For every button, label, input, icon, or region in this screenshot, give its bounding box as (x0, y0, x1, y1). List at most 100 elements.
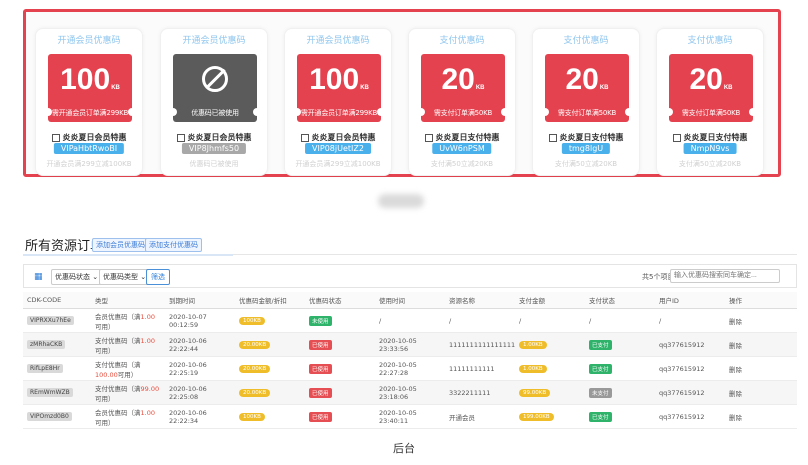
coupon-status-select[interactable]: 优惠码状态 ⌄ (51, 269, 103, 285)
coupon-footer: 优惠码已被使用 (189, 160, 239, 168)
search-input[interactable] (670, 269, 780, 283)
coupon-name: 炎炎夏日支付特惠 (533, 132, 639, 143)
coupon-code[interactable]: tmg8lgU (561, 143, 611, 154)
user-id-cell: qq377615912 (655, 404, 725, 429)
coupon-name-text: 炎炎夏日支付特惠 (435, 133, 500, 142)
coupon-ticket: 20KB 需支付订单满50KB (665, 54, 757, 122)
status-cell: 未使用 (305, 308, 375, 333)
coupon-footer: 支付满50立减20KB (678, 160, 742, 168)
resource-cell[interactable]: 1111111111111111 (445, 332, 515, 357)
coupon-amount-unit: KB (475, 85, 485, 91)
coupon-checkbox-icon (300, 133, 309, 142)
user-id-cell: qq377615912 (655, 356, 725, 381)
coupon-amount-value: 20 (565, 63, 599, 96)
resource-cell[interactable]: 3322211111 (445, 380, 515, 405)
filter-toolbar: ▦ 优惠码状态 ⌄ 优惠码类型 ⌄ 筛选 共5个项目 (23, 264, 797, 288)
coupon-type-select-value: 优惠码类型 (103, 273, 138, 281)
discount-badge: 100KB (239, 413, 265, 421)
coupon-amount-unit: KB (599, 85, 609, 91)
coupon-title: 支付优惠码 (439, 36, 485, 46)
orders-panel: 所有资源订单 添加会员优惠码 添加支付优惠码 ▦ 优惠码状态 ⌄ 优惠码类型 ⌄… (23, 228, 797, 429)
coupon-type-select[interactable]: 优惠码类型 ⌄ (99, 269, 151, 285)
table-row: VIPOmzd0B0 会员优惠码（满1.00 可用） 2020-10-06 22:22… (23, 404, 797, 429)
table-header-row: CDK-CODE 类型 到期时间 优惠码金额/折扣 优惠码状态 使用时间 资源名称 支付金额支… (23, 292, 797, 309)
type-cell: 会员优惠码（满1.00 可用） (91, 404, 165, 429)
status-cell: 已使用 (305, 332, 375, 357)
type-cell: 支付优惠码（满100.00可用） (91, 356, 165, 381)
coupon-name-text: 炎炎夏日支付特惠 (683, 133, 748, 142)
coupon-footer: 开通会员满299立减100KB (295, 160, 381, 168)
resource-cell[interactable]: 开通会员 (445, 404, 515, 429)
type-suffix: 可用） (95, 322, 115, 331)
cdk-code-badge: VIPOmzd0B0 (27, 412, 72, 421)
coupon-card[interactable]: 支付优惠码 20KB 需支付订单满50KB 炎炎夏日支付特惠 NmpN9vs 支付满50立… (656, 28, 764, 176)
coupon-code[interactable]: VIP8Jhmfs50 (181, 143, 247, 154)
table-row: VIPRXXu7hEe 会员优惠码（满1.00 可用） 2020-10-07 00:1… (23, 308, 797, 333)
coupon-title: 开通会员优惠码 (306, 36, 370, 46)
column-header: 使用时间 (375, 292, 445, 309)
coupon-amount-unit: KB (111, 85, 120, 91)
delete-link[interactable]: 删除 (725, 308, 797, 333)
pay-amount-badge: 99.00KB (519, 389, 551, 397)
expire-cell: 2020-10-06 22:25:19 (165, 356, 235, 381)
coupon-code[interactable]: NmpN9vs (683, 143, 737, 154)
coupon-showcase: 开通会员优惠码 100KB 需开通会员订单满299KB 炎炎夏日会员特惠 VIPaHbt… (23, 9, 781, 177)
cdk-cell: VIPOmzd0B0 (23, 404, 91, 429)
discount-badge: 100KB (239, 317, 265, 325)
cdk-cell: VIPRXXu7hEe (23, 308, 91, 333)
type-amount: 1.00 (140, 408, 155, 417)
resource-cell[interactable]: 11111111111 (445, 356, 515, 381)
coupon-condition: 需开通会员订单满299KB (51, 109, 129, 117)
coupon-ticket: 100KB 需开通会员订单满299KB (44, 54, 136, 122)
table-row: RifLpE8Hr 支付优惠码（满100.00可用） 2020-10-06 22:2… (23, 356, 797, 381)
coupon-condition: 需支付订单满50KB (557, 109, 617, 117)
coupon-card[interactable]: 支付优惠码 20KB 需支付订单满50KB 炎炎夏日支付特惠 UvW6nPSM 支付满50… (408, 28, 516, 176)
user-id-cell: / (655, 308, 725, 333)
coupon-amount: 100KB (48, 63, 132, 105)
delete-link[interactable]: 删除 (725, 380, 797, 405)
column-header: 资源名称 (445, 292, 515, 309)
coupon-code[interactable]: VIP08jUetIZ2 (305, 143, 371, 154)
coupon-name: 炎炎夏日会员特惠 (161, 132, 267, 143)
type-text: 支付优惠码（满 (95, 360, 141, 369)
cdk-cell: zMRhaCKB (23, 332, 91, 357)
type-text: 会员优惠码（满 (95, 408, 141, 417)
coupon-name: 炎炎夏日支付特惠 (409, 132, 515, 143)
add-pay-code-button[interactable]: 添加支付优惠码 (145, 238, 202, 252)
expire-cell: 2020-10-07 00:12:59 (165, 308, 235, 333)
type-suffix: 可用） (95, 346, 115, 355)
delete-link[interactable]: 删除 (725, 356, 797, 381)
filter-button[interactable]: 筛选 (146, 269, 170, 285)
coupon-card[interactable]: 开通会员优惠码 100KB 需开通会员订单满299KB 炎炎夏日会员特惠 VIP08jU… (284, 28, 392, 176)
user-id-cell: qq377615912 (655, 380, 725, 405)
type-text: 支付优惠码（满 (95, 384, 141, 393)
type-suffix: 可用） (95, 418, 115, 427)
coupon-amount-value: 20 (689, 63, 723, 96)
coupon-card[interactable]: 支付优惠码 20KB 需支付订单满50KB 炎炎夏日支付特惠 tmg8lgU 支付满50立… (532, 28, 640, 176)
discount-cell: 100KB (235, 308, 305, 333)
discount-badge: 20.00KB (239, 389, 271, 397)
list-view-icon[interactable]: ▦ (34, 272, 43, 282)
delete-link[interactable]: 删除 (725, 332, 797, 357)
coupon-name-text: 炎炎夏日会员特惠 (187, 133, 252, 142)
type-amount: 100.00 (95, 370, 118, 379)
coupon-amount-value: 100 (309, 63, 360, 96)
coupon-ticket: 20KB 需支付订单满50KB (541, 54, 633, 122)
expire-cell: 2020-10-06 22:22:44 (165, 332, 235, 357)
coupon-ticket: 100KB 需开通会员订单满299KB (293, 54, 385, 122)
table-row: REmWmWZB 支付优惠码（满99.00 可用） 2020-10-06 22:25:… (23, 380, 797, 405)
coupon-card[interactable]: 开通会员优惠码 100KB 需开通会员订单满299KB 炎炎夏日会员特惠 VIPaHbt… (35, 28, 143, 176)
pay-amount-cell: 1.00KB (515, 332, 585, 357)
pay-amount-cell: 199.00KB (515, 404, 585, 429)
used-time-cell: 2020-10-05 23:33:56 (375, 332, 445, 357)
coupon-code[interactable]: UvW6nPSM (432, 143, 492, 154)
add-member-code-button[interactable]: 添加会员优惠码 (92, 238, 149, 252)
pay-status-cell: 已支付 (585, 356, 655, 381)
delete-link[interactable]: 删除 (725, 404, 797, 429)
coupon-code[interactable]: VIPaHbtRwoBI (53, 143, 125, 154)
coupon-card[interactable]: 开通会员优惠码 优惠码已被使用 炎炎夏日会员特惠 VIP8Jhmfs50 优惠码已被使用 (160, 28, 268, 176)
column-header: CDK-CODE (23, 292, 91, 309)
discount-cell: 20.00KB (235, 332, 305, 357)
coupon-name-text: 炎炎夏日会员特惠 (62, 133, 127, 142)
column-header: 到期时间 (165, 292, 235, 309)
